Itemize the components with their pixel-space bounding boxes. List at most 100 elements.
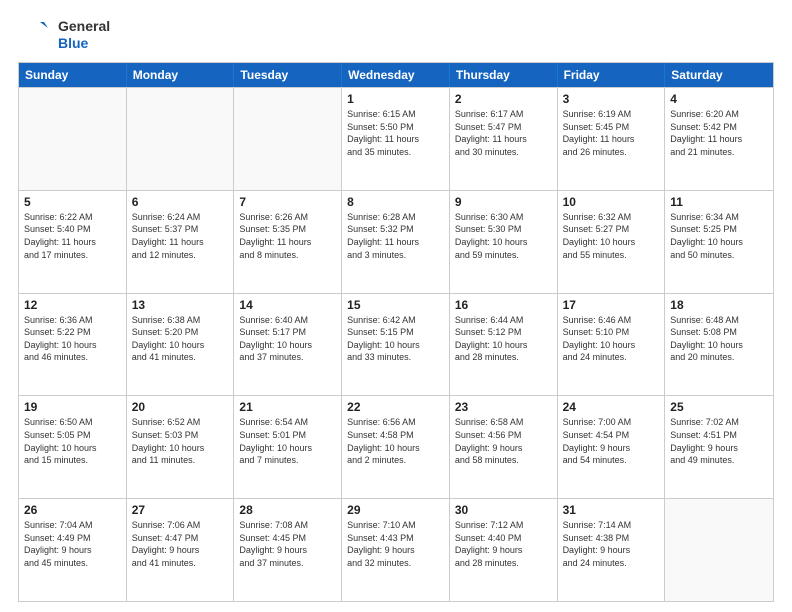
day-cell-4: 4 Sunrise: 6:20 AM Sunset: 5:42 PM Daylig… (665, 88, 773, 190)
day-cell-25: 25 Sunrise: 7:02 AM Sunset: 4:51 PM Dayli… (665, 396, 773, 498)
day-info: Sunrise: 7:04 AM Sunset: 4:49 PM Dayligh… (24, 519, 121, 569)
day-info: Sunrise: 6:28 AM Sunset: 5:32 PM Dayligh… (347, 211, 444, 261)
day-info: Sunrise: 6:52 AM Sunset: 5:03 PM Dayligh… (132, 416, 229, 466)
day-cell-5: 5Sunrise: 6:22 AM Sunset: 5:40 PM Daylig… (19, 191, 127, 293)
weekday-header-wednesday: Wednesday (342, 63, 450, 87)
day-cell-16: 16 Sunrise: 6:44 AM Sunset: 5:12 PM Dayli… (450, 294, 558, 396)
calendar-row-3: 12 Sunrise: 6:36 AM Sunset: 5:22 PM Dayli… (19, 293, 773, 396)
day-number: 31 (563, 503, 660, 517)
day-number: 7 (239, 195, 336, 209)
page: GeneralBlue SundayMondayTuesdayWednesday… (0, 0, 792, 612)
day-info: Sunrise: 6:20 AM Sunset: 5:42 PM Dayligh… (670, 108, 768, 158)
weekday-header-saturday: Saturday (665, 63, 773, 87)
logo-general: General (58, 18, 110, 35)
empty-cell-0-0 (19, 88, 127, 190)
day-cell-31: 31 Sunrise: 7:14 AM Sunset: 4:38 PM Dayli… (558, 499, 666, 601)
day-number: 9 (455, 195, 552, 209)
day-number: 22 (347, 400, 444, 414)
day-cell-15: 15Sunrise: 6:42 AM Sunset: 5:15 PM Dayli… (342, 294, 450, 396)
day-number: 27 (132, 503, 229, 517)
day-cell-24: 24 Sunrise: 7:00 AM Sunset: 4:54 PM Dayli… (558, 396, 666, 498)
day-cell-2: 2Sunrise: 6:17 AM Sunset: 5:47 PM Daylig… (450, 88, 558, 190)
day-info: Sunrise: 6:15 AM Sunset: 5:50 PM Dayligh… (347, 108, 444, 158)
day-cell-7: 7Sunrise: 6:26 AM Sunset: 5:35 PM Daylig… (234, 191, 342, 293)
weekday-header-monday: Monday (127, 63, 235, 87)
day-number: 6 (132, 195, 229, 209)
day-info: Sunrise: 7:02 AM Sunset: 4:51 PM Dayligh… (670, 416, 768, 466)
day-info: Sunrise: 6:46 AM Sunset: 5:10 PM Dayligh… (563, 314, 660, 364)
day-number: 8 (347, 195, 444, 209)
day-number: 3 (563, 92, 660, 106)
day-info: Sunrise: 7:12 AM Sunset: 4:40 PM Dayligh… (455, 519, 552, 569)
day-cell-27: 27 Sunrise: 7:06 AM Sunset: 4:47 PM Dayli… (127, 499, 235, 601)
day-cell-10: 10 Sunrise: 6:32 AM Sunset: 5:27 PM Dayli… (558, 191, 666, 293)
day-info: Sunrise: 6:32 AM Sunset: 5:27 PM Dayligh… (563, 211, 660, 261)
header: GeneralBlue (18, 18, 774, 52)
weekday-header-thursday: Thursday (450, 63, 558, 87)
day-number: 17 (563, 298, 660, 312)
day-number: 13 (132, 298, 229, 312)
day-info: Sunrise: 6:38 AM Sunset: 5:20 PM Dayligh… (132, 314, 229, 364)
day-cell-22: 22 Sunrise: 6:56 AM Sunset: 4:58 PM Dayli… (342, 396, 450, 498)
day-number: 20 (132, 400, 229, 414)
day-info: Sunrise: 7:14 AM Sunset: 4:38 PM Dayligh… (563, 519, 660, 569)
day-number: 15 (347, 298, 444, 312)
logo-blue: Blue (58, 35, 110, 52)
day-info: Sunrise: 6:34 AM Sunset: 5:25 PM Dayligh… (670, 211, 768, 261)
general-blue-logo-icon (18, 18, 52, 52)
calendar-header: SundayMondayTuesdayWednesdayThursdayFrid… (19, 63, 773, 87)
day-number: 12 (24, 298, 121, 312)
day-number: 18 (670, 298, 768, 312)
day-info: Sunrise: 7:00 AM Sunset: 4:54 PM Dayligh… (563, 416, 660, 466)
day-info: Sunrise: 7:10 AM Sunset: 4:43 PM Dayligh… (347, 519, 444, 569)
day-cell-6: 6Sunrise: 6:24 AM Sunset: 5:37 PM Daylig… (127, 191, 235, 293)
logo: GeneralBlue (18, 18, 110, 52)
calendar-row-4: 19 Sunrise: 6:50 AM Sunset: 5:05 PM Dayli… (19, 395, 773, 498)
empty-cell-0-1 (127, 88, 235, 190)
day-cell-9: 9 Sunrise: 6:30 AM Sunset: 5:30 PM Daylig… (450, 191, 558, 293)
calendar-row-2: 5Sunrise: 6:22 AM Sunset: 5:40 PM Daylig… (19, 190, 773, 293)
day-info: Sunrise: 6:17 AM Sunset: 5:47 PM Dayligh… (455, 108, 552, 158)
day-number: 29 (347, 503, 444, 517)
day-cell-29: 29 Sunrise: 7:10 AM Sunset: 4:43 PM Dayli… (342, 499, 450, 601)
day-cell-19: 19 Sunrise: 6:50 AM Sunset: 5:05 PM Dayli… (19, 396, 127, 498)
weekday-header-tuesday: Tuesday (234, 63, 342, 87)
day-info: Sunrise: 6:19 AM Sunset: 5:45 PM Dayligh… (563, 108, 660, 158)
day-info: Sunrise: 6:40 AM Sunset: 5:17 PM Dayligh… (239, 314, 336, 364)
day-info: Sunrise: 6:44 AM Sunset: 5:12 PM Dayligh… (455, 314, 552, 364)
day-info: Sunrise: 6:50 AM Sunset: 5:05 PM Dayligh… (24, 416, 121, 466)
day-number: 26 (24, 503, 121, 517)
weekday-header-friday: Friday (558, 63, 666, 87)
day-cell-18: 18Sunrise: 6:48 AM Sunset: 5:08 PM Dayli… (665, 294, 773, 396)
day-info: Sunrise: 6:36 AM Sunset: 5:22 PM Dayligh… (24, 314, 121, 364)
day-cell-30: 30Sunrise: 7:12 AM Sunset: 4:40 PM Dayli… (450, 499, 558, 601)
day-cell-11: 11 Sunrise: 6:34 AM Sunset: 5:25 PM Dayli… (665, 191, 773, 293)
day-cell-14: 14 Sunrise: 6:40 AM Sunset: 5:17 PM Dayli… (234, 294, 342, 396)
day-info: Sunrise: 7:06 AM Sunset: 4:47 PM Dayligh… (132, 519, 229, 569)
day-number: 25 (670, 400, 768, 414)
day-cell-23: 23Sunrise: 6:58 AM Sunset: 4:56 PM Dayli… (450, 396, 558, 498)
day-number: 21 (239, 400, 336, 414)
empty-cell-0-2 (234, 88, 342, 190)
calendar-row-5: 26 Sunrise: 7:04 AM Sunset: 4:49 PM Dayli… (19, 498, 773, 601)
day-cell-1: 1 Sunrise: 6:15 AM Sunset: 5:50 PM Daylig… (342, 88, 450, 190)
day-cell-21: 21Sunrise: 6:54 AM Sunset: 5:01 PM Dayli… (234, 396, 342, 498)
day-number: 14 (239, 298, 336, 312)
day-cell-3: 3 Sunrise: 6:19 AM Sunset: 5:45 PM Daylig… (558, 88, 666, 190)
day-number: 4 (670, 92, 768, 106)
day-number: 28 (239, 503, 336, 517)
day-info: Sunrise: 6:30 AM Sunset: 5:30 PM Dayligh… (455, 211, 552, 261)
day-info: Sunrise: 6:56 AM Sunset: 4:58 PM Dayligh… (347, 416, 444, 466)
day-number: 5 (24, 195, 121, 209)
day-number: 24 (563, 400, 660, 414)
calendar-row-1: 1 Sunrise: 6:15 AM Sunset: 5:50 PM Daylig… (19, 87, 773, 190)
day-number: 19 (24, 400, 121, 414)
day-number: 16 (455, 298, 552, 312)
day-number: 11 (670, 195, 768, 209)
day-info: Sunrise: 7:08 AM Sunset: 4:45 PM Dayligh… (239, 519, 336, 569)
day-number: 1 (347, 92, 444, 106)
calendar-body: 1 Sunrise: 6:15 AM Sunset: 5:50 PM Daylig… (19, 87, 773, 601)
day-cell-28: 28 Sunrise: 7:08 AM Sunset: 4:45 PM Dayli… (234, 499, 342, 601)
day-cell-13: 13 Sunrise: 6:38 AM Sunset: 5:20 PM Dayli… (127, 294, 235, 396)
day-number: 10 (563, 195, 660, 209)
